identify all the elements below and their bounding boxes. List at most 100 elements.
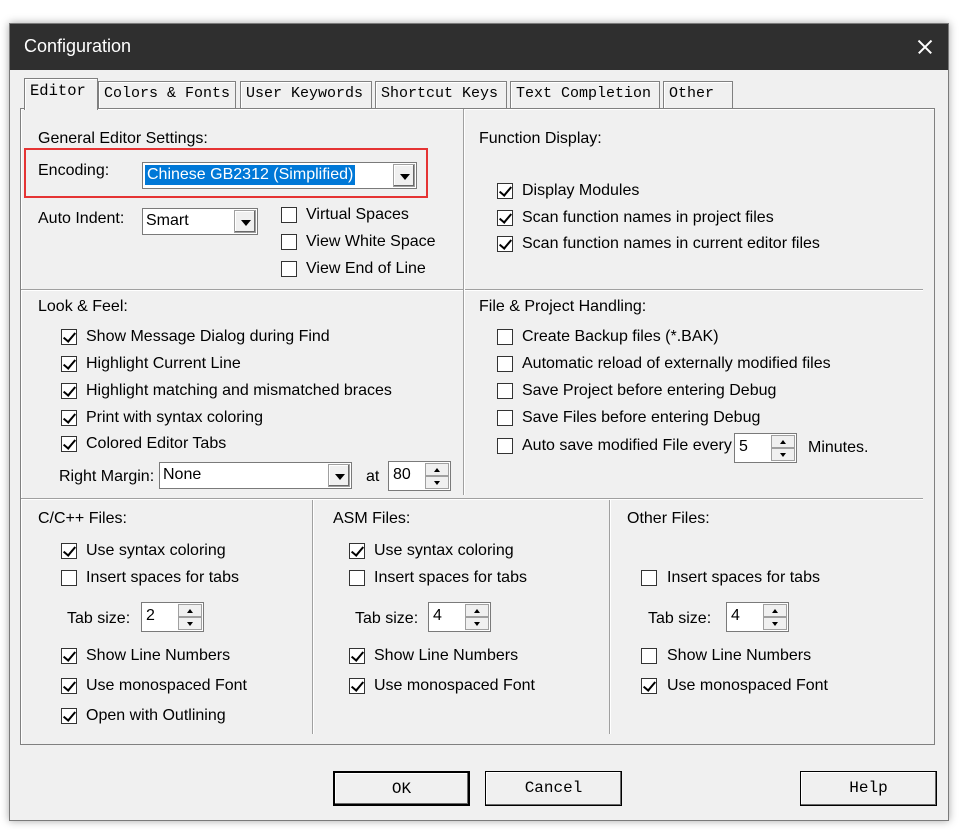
auto-reload-checkbox[interactable] (497, 356, 513, 372)
scan-editor-files-label: Scan function names in current editor fi… (522, 235, 820, 252)
cpp-tab-size-label: Tab size: (67, 610, 131, 627)
highlight-braces-label: Highlight matching and mismatched braces (86, 382, 392, 399)
right-margin-select[interactable]: None (159, 462, 352, 489)
section-divider (609, 500, 611, 734)
highlight-current-line-checkbox[interactable] (61, 356, 77, 372)
view-end-of-line-checkbox[interactable] (281, 261, 297, 277)
cpp-line-numbers-checkbox[interactable] (61, 648, 77, 664)
virtual-spaces-label: Virtual Spaces (306, 206, 409, 223)
spin-down-icon[interactable] (465, 617, 489, 630)
print-syntax-coloring-checkbox[interactable] (61, 410, 77, 426)
view-white-space-checkbox[interactable] (281, 234, 297, 250)
look-feel-title: Look & Feel: (38, 298, 128, 315)
colored-editor-tabs-label: Colored Editor Tabs (86, 435, 227, 452)
spin-up-icon[interactable] (771, 435, 795, 448)
other-monospaced-checkbox[interactable] (641, 678, 657, 694)
asm-syntax-coloring-label: Use syntax coloring (374, 542, 514, 559)
spin-down-icon[interactable] (763, 617, 787, 630)
cpp-insert-spaces-label: Insert spaces for tabs (86, 569, 239, 586)
spin-down-icon[interactable] (178, 617, 202, 630)
file-project-title: File & Project Handling: (479, 298, 647, 315)
asm-syntax-coloring-checkbox[interactable] (349, 543, 365, 559)
cpp-tab-size-value: 2 (146, 607, 155, 624)
display-modules-checkbox[interactable] (497, 183, 513, 199)
cpp-syntax-coloring-checkbox[interactable] (61, 543, 77, 559)
cpp-tab-size-spinner[interactable]: 2 (141, 602, 204, 632)
other-tab-size-value: 4 (731, 607, 740, 624)
section-divider (21, 498, 923, 500)
save-project-debug-checkbox[interactable] (497, 383, 513, 399)
cancel-button[interactable]: Cancel (485, 771, 622, 806)
spin-up-icon[interactable] (178, 604, 202, 617)
other-line-numbers-checkbox[interactable] (641, 648, 657, 664)
other-tab-size-label: Tab size: (648, 610, 712, 627)
other-tab-size-spinner[interactable]: 4 (726, 602, 789, 632)
colored-editor-tabs-checkbox[interactable] (61, 436, 77, 452)
help-button[interactable]: Help (800, 771, 937, 806)
auto-save-minutes-spinner[interactable]: 5 (734, 433, 797, 463)
auto-reload-label: Automatic reload of externally modified … (522, 355, 831, 372)
print-syntax-coloring-label: Print with syntax coloring (86, 409, 263, 426)
asm-line-numbers-checkbox[interactable] (349, 648, 365, 664)
auto-indent-label: Auto Indent: (38, 210, 125, 227)
general-settings-title: General Editor Settings: (38, 130, 208, 147)
cpp-monospaced-checkbox[interactable] (61, 678, 77, 694)
cpp-insert-spaces-checkbox[interactable] (61, 570, 77, 586)
asm-tab-size-label: Tab size: (355, 610, 419, 627)
scan-editor-files-checkbox[interactable] (497, 236, 513, 252)
view-end-of-line-label: View End of Line (306, 260, 426, 277)
tab-other[interactable]: Other (663, 81, 733, 108)
spin-down-icon[interactable] (425, 476, 449, 489)
tab-user-keywords[interactable]: User Keywords (240, 81, 372, 108)
asm-monospaced-label: Use monospaced Font (374, 677, 535, 694)
right-margin-label: Right Margin: (59, 468, 155, 485)
asm-insert-spaces-checkbox[interactable] (349, 570, 365, 586)
scan-project-files-label: Scan function names in project files (522, 209, 774, 226)
auto-save-minutes-value: 5 (739, 438, 748, 455)
title-bar[interactable]: Configuration (10, 24, 948, 70)
view-white-space-label: View White Space (306, 233, 436, 250)
asm-tab-size-spinner[interactable]: 4 (428, 602, 491, 632)
auto-indent-select[interactable]: Smart (142, 208, 258, 235)
tab-text-completion[interactable]: Text Completion (510, 81, 660, 108)
cpp-outlining-checkbox[interactable] (61, 708, 77, 724)
spin-down-icon[interactable] (771, 448, 795, 461)
chevron-down-icon[interactable] (328, 464, 350, 487)
other-line-numbers-label: Show Line Numbers (667, 647, 812, 664)
create-backup-label: Create Backup files (*.BAK) (522, 328, 719, 345)
asm-files-title: ASM Files: (333, 510, 411, 527)
asm-monospaced-checkbox[interactable] (349, 678, 365, 694)
window-title: Configuration (24, 36, 132, 56)
scan-project-files-checkbox[interactable] (497, 210, 513, 226)
other-insert-spaces-checkbox[interactable] (641, 570, 657, 586)
spin-up-icon[interactable] (425, 463, 449, 476)
save-files-debug-checkbox[interactable] (497, 410, 513, 426)
ok-button[interactable]: OK (333, 771, 470, 806)
display-modules-label: Display Modules (522, 182, 640, 199)
auto-save-label: Auto save modified File every (522, 437, 732, 454)
highlight-braces-checkbox[interactable] (61, 383, 77, 399)
section-divider (463, 109, 465, 495)
cpp-files-title: C/C++ Files: (38, 510, 127, 527)
close-icon[interactable] (902, 24, 948, 70)
spin-up-icon[interactable] (465, 604, 489, 617)
function-display-title: Function Display: (479, 130, 602, 147)
save-files-debug-label: Save Files before entering Debug (522, 409, 761, 426)
show-message-dialog-checkbox[interactable] (61, 329, 77, 345)
cpp-outlining-label: Open with Outlining (86, 707, 226, 724)
right-margin-column-spinner[interactable]: 80 (388, 461, 451, 491)
virtual-spaces-checkbox[interactable] (281, 207, 297, 223)
at-label: at (366, 468, 380, 485)
tab-shortcut-keys[interactable]: Shortcut Keys (375, 81, 507, 108)
chevron-down-icon[interactable] (234, 210, 256, 233)
spin-up-icon[interactable] (763, 604, 787, 617)
cpp-syntax-coloring-label: Use syntax coloring (86, 542, 226, 559)
create-backup-checkbox[interactable] (497, 329, 513, 345)
tab-colors-fonts[interactable]: Colors & Fonts (98, 81, 236, 108)
right-margin-value: None (163, 466, 202, 483)
tab-editor[interactable]: Editor (24, 78, 98, 110)
save-project-debug-label: Save Project before entering Debug (522, 382, 777, 399)
auto-indent-value: Smart (146, 212, 189, 229)
minutes-label: Minutes. (808, 439, 869, 456)
auto-save-checkbox[interactable] (497, 438, 513, 454)
